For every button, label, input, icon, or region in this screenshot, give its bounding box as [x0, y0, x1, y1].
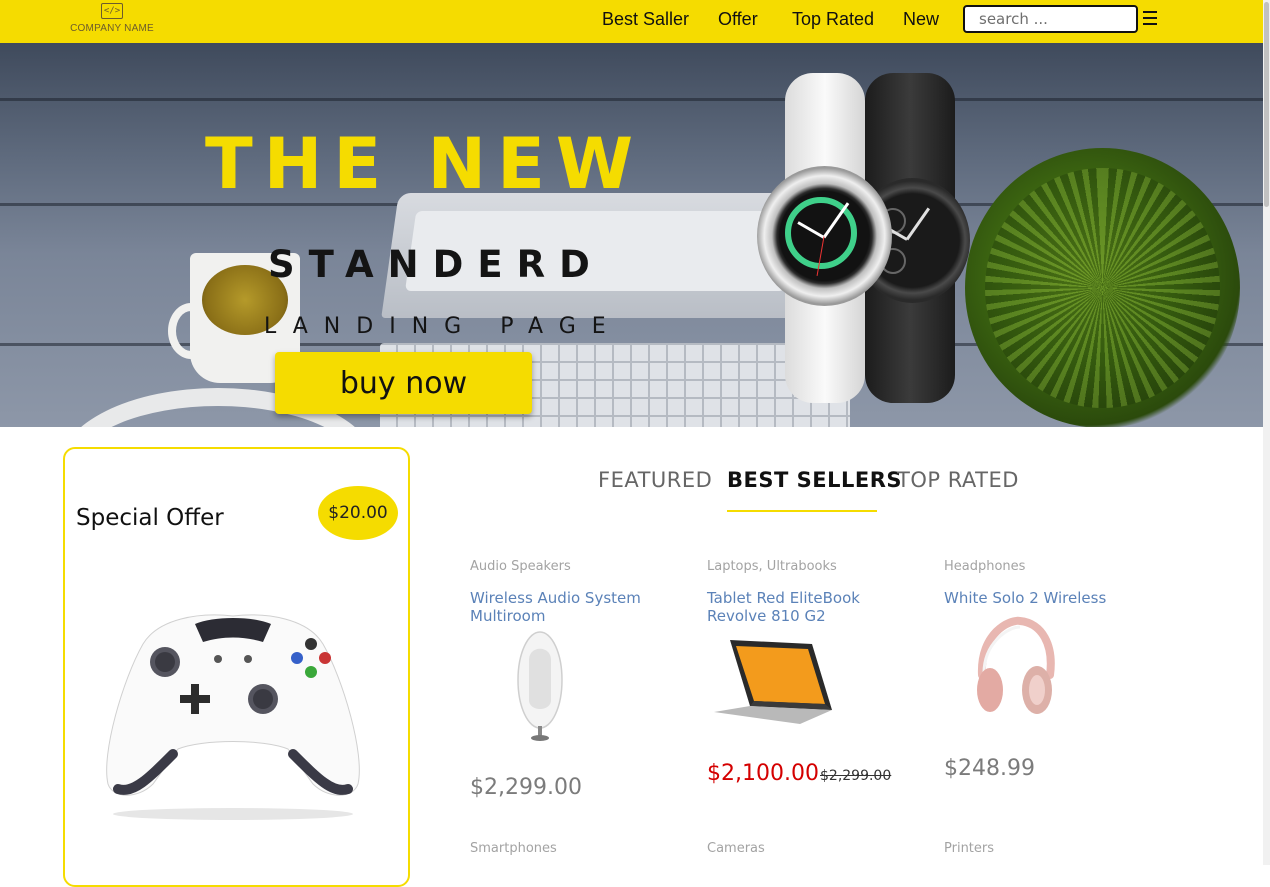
top-header: </> COMPANY NAME Best Saller Offer Top R…	[0, 0, 1263, 43]
game-controller-icon	[106, 614, 360, 820]
nav-offer[interactable]: Offer	[718, 9, 758, 30]
tab-featured[interactable]: FEATURED	[598, 468, 712, 492]
product-category[interactable]: Printers	[944, 841, 994, 856]
hero-title: THE NEW	[205, 123, 645, 205]
speaker-icon[interactable]	[505, 630, 575, 745]
special-offer-price-badge: $20.00	[318, 486, 398, 540]
hero-tagline: LANDING PAGE	[264, 314, 622, 339]
product-sale-price: $2,100.00	[707, 761, 819, 786]
hamburger-menu-icon[interactable]	[1143, 11, 1157, 25]
product-name[interactable]: White Solo 2 Wireless	[944, 589, 1149, 607]
page-scrollbar[interactable]	[1263, 0, 1270, 865]
product-name[interactable]: Wireless Audio System Multiroom	[470, 589, 675, 625]
product-category[interactable]: Headphones	[944, 559, 1025, 574]
product-name[interactable]: Tablet Red EliteBook Revolve 810 G2	[707, 589, 912, 625]
hero-subtitle: STANDERD	[268, 243, 604, 286]
desk-plank-line	[0, 98, 1263, 101]
search-input[interactable]	[963, 5, 1138, 33]
product-price: $248.99	[944, 756, 1035, 781]
company-logo[interactable]: </> COMPANY NAME	[70, 3, 154, 39]
special-offer-title: Special Offer	[76, 505, 224, 531]
headphones-icon[interactable]	[972, 615, 1057, 720]
scrollbar-thumb[interactable]	[1264, 2, 1269, 207]
buy-now-button[interactable]: buy now	[275, 352, 532, 414]
company-name: COMPANY NAME	[70, 23, 154, 34]
special-offer-card[interactable]: Special Offer $20.00	[63, 447, 410, 887]
nav-best-seller[interactable]: Best Saller	[602, 9, 689, 30]
product-category[interactable]: Audio Speakers	[470, 559, 571, 574]
product-old-price: $2,299.00	[820, 768, 892, 784]
code-monitor-icon: </>	[101, 3, 123, 19]
nav-new[interactable]: New	[903, 9, 939, 30]
hero-banner: THE NEW STANDERD LANDING PAGE buy now	[0, 43, 1263, 427]
product-price: $2,299.00	[470, 775, 582, 800]
product-category[interactable]: Cameras	[707, 841, 765, 856]
active-tab-underline	[727, 510, 877, 512]
plant-image	[965, 148, 1240, 427]
laptop-icon[interactable]	[712, 638, 837, 728]
product-category[interactable]: Smartphones	[470, 841, 557, 856]
nav-top-rated[interactable]: Top Rated	[792, 9, 874, 30]
tab-top-rated[interactable]: TOP RATED	[897, 468, 1019, 492]
tab-best-sellers[interactable]: BEST SELLERS	[727, 468, 902, 492]
product-category[interactable]: Laptops, Ultrabooks	[707, 559, 837, 574]
